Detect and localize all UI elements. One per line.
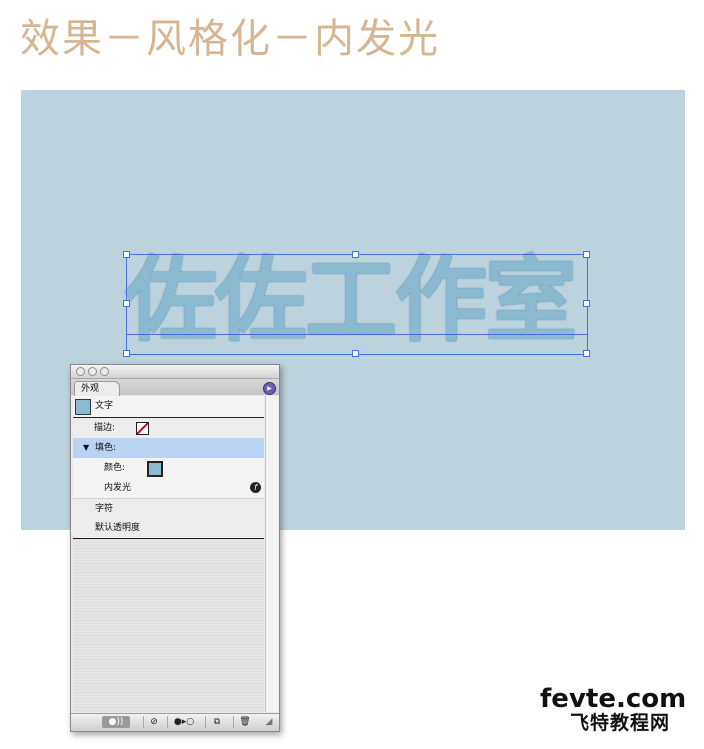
list-item[interactable]: 内发光 f [73,478,264,498]
watermark-top: fevte.com [540,684,687,714]
list-item-label: 填色: [95,443,117,453]
list-item[interactable]: 描边: [73,418,264,438]
panel-toolbar: ●)) ⊘ ●▸○ ⧉ 🗑 ◢ [71,713,279,731]
list-item-label: 文字 [95,401,114,411]
resize-handle[interactable] [583,350,590,357]
list-item[interactable]: 文字 [73,396,264,418]
list-item-label: 描边: [94,423,116,433]
list-item-label: 字符 [95,504,114,514]
text-baseline [126,334,587,335]
fill-color-swatch[interactable] [147,461,163,477]
selection-bounding-box[interactable] [126,254,588,355]
list-item[interactable]: 字符 [73,498,264,519]
appearance-list: 文字 描边: ▼ 填色: 颜色: 内发光 f 字符 默认透明度 [73,396,264,712]
resize-handle[interactable] [352,350,359,357]
object-thumbnail [75,399,91,415]
resize-handle[interactable] [583,300,590,307]
resize-handle[interactable] [123,300,130,307]
resize-handle[interactable] [123,350,130,357]
effect-fx-icon[interactable]: f [250,482,261,493]
resize-handle[interactable] [123,251,130,258]
duplicate-icon[interactable]: ⧉ [205,716,228,728]
new-effect-icon[interactable]: ●)) [102,716,130,728]
watermark-logo: fevte.com 飞特教程网 [540,686,686,734]
resize-handle[interactable] [352,251,359,258]
appearance-panel: 外观 ▶ 文字 描边: ▼ 填色: 颜色: 内发光 f 字符 默认透明度 ●))… [70,364,280,732]
zoom-icon[interactable] [100,367,109,376]
resize-grip-icon[interactable]: ◢ [263,716,275,728]
minimize-icon[interactable] [88,367,97,376]
tab-appearance[interactable]: 外观 [74,381,120,396]
delete-icon[interactable]: 🗑 [233,716,256,728]
close-icon[interactable] [76,367,85,376]
panel-titlebar[interactable] [71,365,279,379]
list-item[interactable]: ▼ 填色: [73,438,264,458]
clear-icon[interactable]: ⊘ [143,716,164,728]
list-item[interactable]: 颜色: [73,458,264,478]
watermark-bottom: 飞特教程网 [570,712,671,734]
scrollbar[interactable] [265,396,278,712]
panel-tabbar: 外观 ▶ [71,379,279,396]
stroke-none-swatch[interactable] [136,422,149,435]
panel-menu-icon[interactable]: ▶ [263,382,276,395]
resize-handle[interactable] [583,251,590,258]
list-item[interactable]: 默认透明度 [73,518,264,539]
reduce-icon[interactable]: ●▸○ [167,716,200,728]
disclosure-triangle-icon[interactable]: ▼ [83,438,89,458]
list-item-label: 内发光 [104,483,132,493]
list-item-label: 默认透明度 [95,523,141,533]
list-item-label: 颜色: [104,463,126,473]
page-title: 效果－风格化－内发光 [20,16,440,62]
